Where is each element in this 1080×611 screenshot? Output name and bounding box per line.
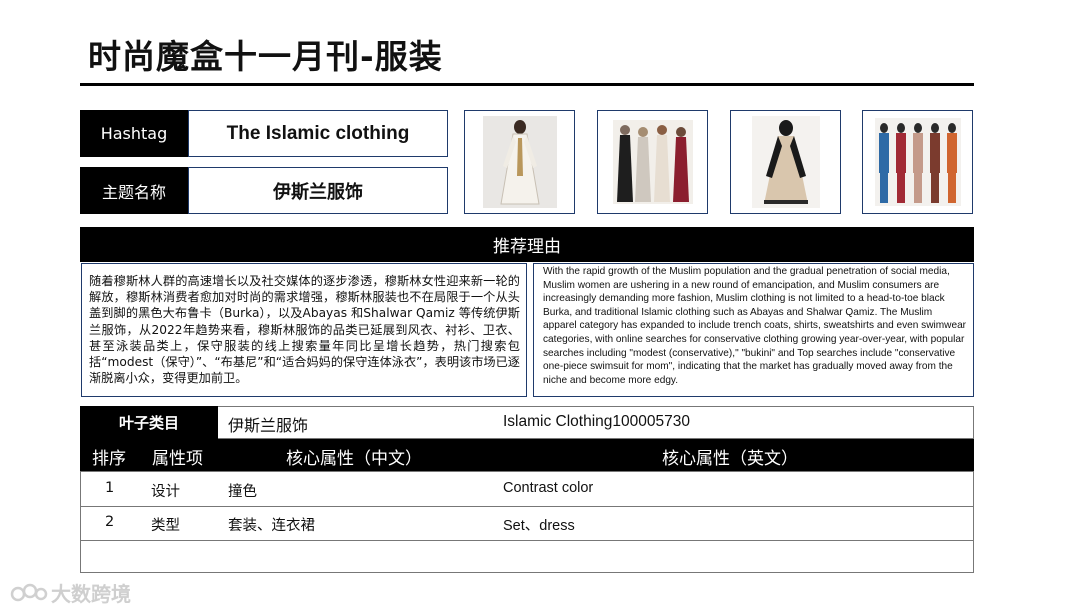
dashu-logo-icon — [10, 583, 48, 601]
recommendation-text-chinese: 随着穆斯林人群的高速增长以及社交媒体的逐步渗透，穆斯林女性迎来新一轮的解放，穆斯… — [81, 263, 527, 397]
attribute-table-header: 排序 属性项 核心属性（中文） 核心属性（英文） — [80, 439, 974, 471]
hashtag-value: The Islamic clothing — [188, 110, 448, 157]
row-core-cn: 撞色 — [228, 484, 257, 500]
page-title: 时尚魔盒十一月刊-服装 — [88, 37, 443, 76]
beige-black-abaya-photo[interactable] — [730, 110, 841, 214]
row-attribute: 类型 — [151, 518, 180, 534]
table-row: 1 设计 撞色 Contrast color — [81, 472, 973, 507]
row-core-en: Set、dress — [503, 518, 575, 534]
header-rank: 排序 — [92, 449, 126, 469]
four-women-abayas-photo[interactable] — [597, 110, 708, 214]
attribute-table: 1 设计 撞色 Contrast color 2 类型 套装、连衣裙 Set、d… — [80, 471, 974, 573]
header-attribute: 属性项 — [152, 449, 203, 469]
four-women-abayas-photo-icon — [612, 120, 693, 204]
recommendation-heading: 推荐理由 — [80, 227, 974, 262]
row-core-en: Contrast color — [503, 480, 594, 496]
five-women-shalwar-sets-photo[interactable] — [862, 110, 973, 214]
theme-value: 伊斯兰服饰 — [188, 167, 448, 214]
title-divider — [80, 83, 974, 86]
leaf-category-label: 叶子类目 — [80, 406, 218, 439]
white-abaya-model-photo-icon — [482, 116, 557, 208]
row-attribute: 设计 — [151, 484, 180, 500]
recommendation-text-english: With the rapid growth of the Muslim popu… — [533, 263, 974, 397]
header-core-cn: 核心属性（中文） — [286, 449, 422, 469]
five-women-shalwar-sets-photo-icon — [874, 118, 961, 206]
leaf-category-english: Islamic Clothing100005730 — [503, 413, 690, 430]
row-core-cn: 套装、连衣裙 — [228, 518, 315, 534]
row-rank: 1 — [105, 480, 115, 496]
beige-black-abaya-photo-icon — [751, 116, 820, 208]
row-rank: 2 — [105, 514, 115, 530]
hashtag-label: Hashtag — [80, 110, 188, 157]
theme-label: 主题名称 — [80, 167, 188, 214]
table-row: 2 类型 套装、连衣裙 Set、dress — [81, 506, 973, 541]
white-abaya-model-photo[interactable] — [464, 110, 575, 214]
watermark: 大数跨境 — [10, 578, 131, 607]
leaf-category-row: 叶子类目 伊斯兰服饰 Islamic Clothing100005730 — [80, 406, 974, 439]
header-core-en: 核心属性（英文） — [662, 449, 798, 469]
table-row-empty — [81, 540, 973, 574]
watermark-text: 大数跨境 — [51, 582, 131, 606]
leaf-category-chinese: 伊斯兰服饰 — [228, 416, 309, 435]
